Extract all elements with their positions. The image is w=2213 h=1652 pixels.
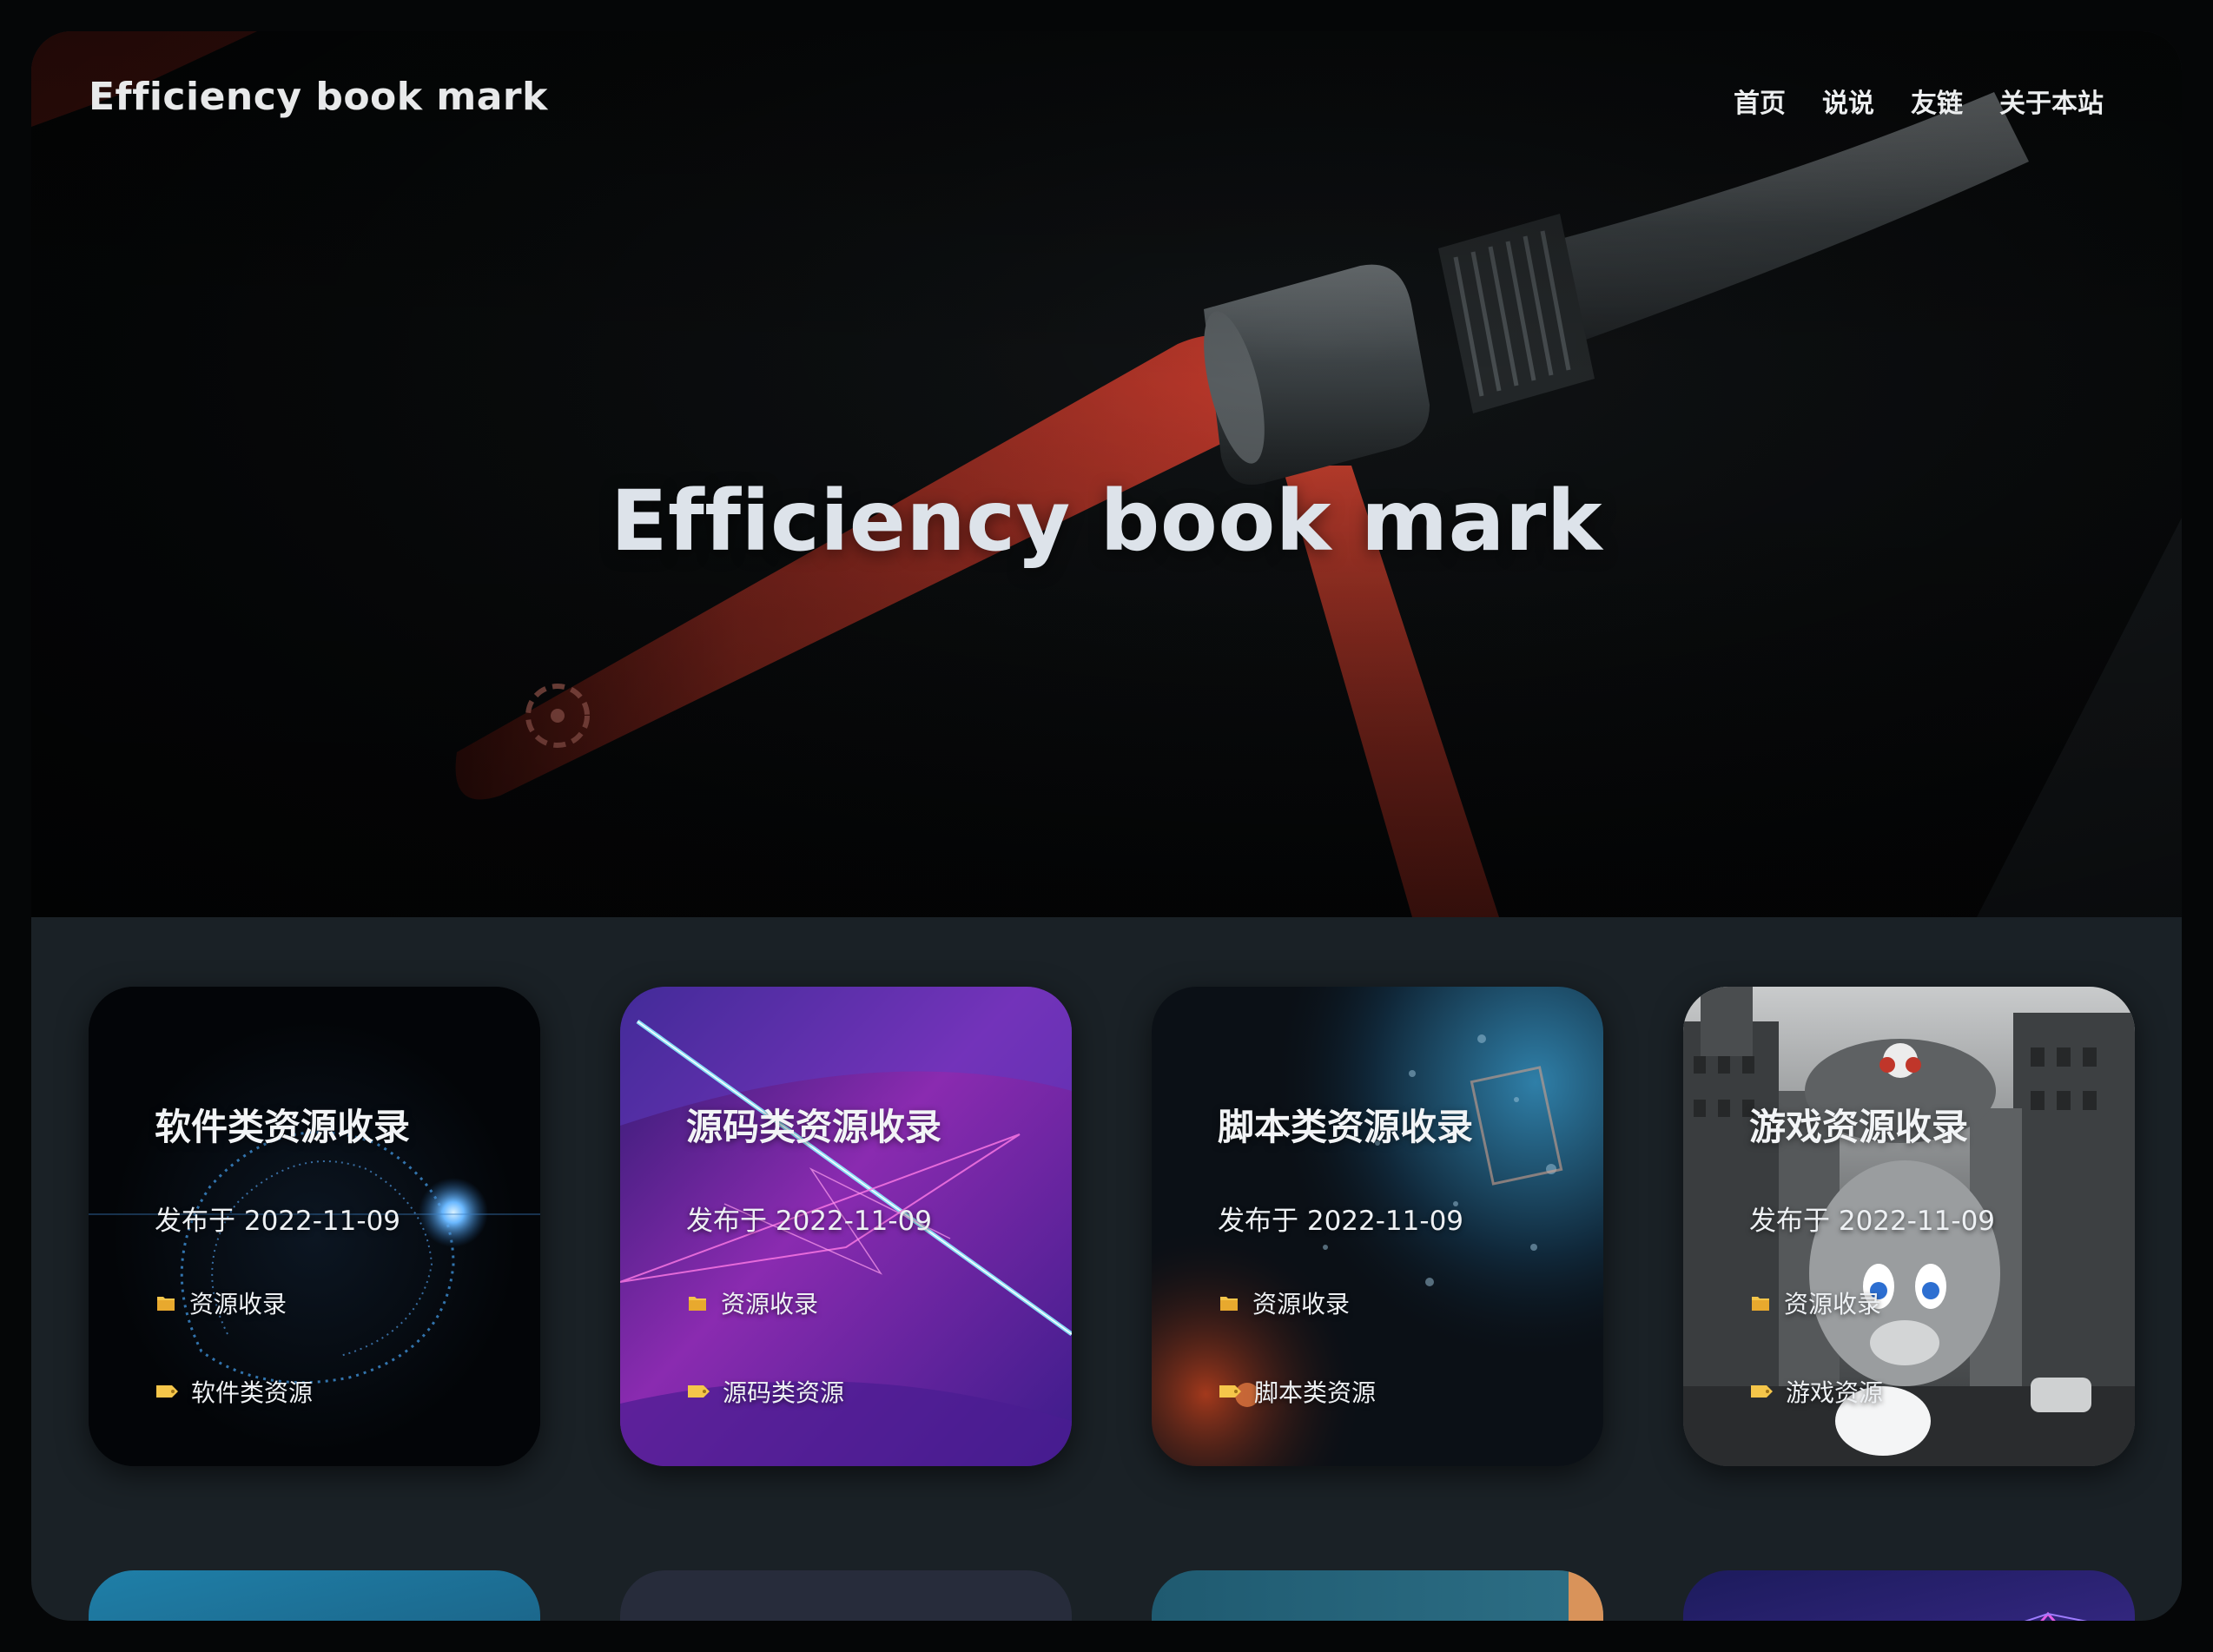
post-cover-image bbox=[1683, 1570, 2135, 1621]
post-card-partial[interactable] bbox=[1683, 1570, 2135, 1621]
post-category-label: 资源收录 bbox=[721, 1290, 819, 1318]
post-date: 发布于 2022-11-09 bbox=[686, 1206, 933, 1237]
post-card[interactable]: 脚本类资源收录 发布于 2022-11-09 资源收录 脚本类资源 bbox=[1152, 987, 1603, 1466]
site-brand[interactable]: Efficiency book mark bbox=[89, 75, 548, 119]
tag-icon bbox=[1751, 1385, 1773, 1398]
tag-icon bbox=[688, 1385, 710, 1398]
post-card[interactable]: 软件类资源收录 发布于 2022-11-09 资源收录 软件类资源 bbox=[89, 987, 540, 1466]
post-title[interactable]: 游戏资源收录 bbox=[1749, 1098, 1968, 1151]
post-tag-label: 脚本类资源 bbox=[1254, 1378, 1377, 1407]
post-category[interactable]: 资源收录 bbox=[155, 1285, 287, 1320]
post-category[interactable]: 资源收录 bbox=[686, 1285, 818, 1320]
post-card-partial[interactable] bbox=[89, 1570, 540, 1621]
post-category[interactable]: 资源收录 bbox=[1218, 1285, 1350, 1320]
folder-icon bbox=[1752, 1297, 1769, 1311]
post-tag[interactable]: 游戏资源 bbox=[1749, 1374, 1883, 1409]
folder-icon bbox=[689, 1297, 706, 1311]
post-date: 发布于 2022-11-09 bbox=[155, 1206, 401, 1237]
folder-icon bbox=[1220, 1297, 1238, 1311]
post-title[interactable]: 源码类资源收录 bbox=[686, 1098, 941, 1151]
post-category[interactable]: 资源收录 bbox=[1749, 1285, 1881, 1320]
post-tag-label: 源码类资源 bbox=[723, 1378, 845, 1407]
post-tag[interactable]: 源码类资源 bbox=[686, 1374, 844, 1409]
post-title[interactable]: 软件类资源收录 bbox=[155, 1098, 410, 1151]
browser-window: Efficiency book mark 首页 说说 友链 关于本站 Effic… bbox=[31, 31, 2182, 1621]
nav-moments[interactable]: 说说 bbox=[1822, 82, 1874, 120]
post-card[interactable]: 游戏资源收录 发布于 2022-11-09 资源收录 游戏资源 bbox=[1683, 987, 2135, 1466]
post-cover-image bbox=[620, 1570, 1072, 1621]
post-date: 发布于 2022-11-09 bbox=[1218, 1206, 1464, 1237]
post-date: 发布于 2022-11-09 bbox=[1749, 1206, 1996, 1237]
post-tag[interactable]: 脚本类资源 bbox=[1218, 1374, 1376, 1409]
post-tag[interactable]: 软件类资源 bbox=[155, 1374, 313, 1409]
folder-icon bbox=[157, 1297, 175, 1311]
post-cover-image bbox=[1152, 1570, 1603, 1621]
post-cover-image bbox=[89, 1570, 540, 1621]
post-category-label: 资源收录 bbox=[1252, 1290, 1351, 1318]
nav-about[interactable]: 关于本站 bbox=[1999, 82, 2104, 120]
hero-banner: Efficiency book mark 首页 说说 友链 关于本站 Effic… bbox=[31, 31, 2182, 917]
post-tag-label: 游戏资源 bbox=[1786, 1378, 1884, 1407]
post-card-partial[interactable] bbox=[620, 1570, 1072, 1621]
post-title[interactable]: 脚本类资源收录 bbox=[1218, 1098, 1473, 1151]
post-card-partial[interactable] bbox=[1152, 1570, 1603, 1621]
top-nav: 首页 说说 友链 关于本站 bbox=[1734, 82, 2104, 120]
tag-icon bbox=[1219, 1385, 1241, 1398]
post-card[interactable]: 源码类资源收录 发布于 2022-11-09 资源收录 源码类资源 bbox=[620, 987, 1072, 1466]
tag-icon bbox=[156, 1385, 178, 1398]
post-category-label: 资源收录 bbox=[1784, 1290, 1882, 1318]
hero-title: Efficiency book mark bbox=[610, 472, 1603, 570]
post-tag-label: 软件类资源 bbox=[191, 1378, 314, 1407]
nav-home[interactable]: 首页 bbox=[1734, 82, 1786, 120]
post-category-label: 资源收录 bbox=[189, 1290, 287, 1318]
nav-links[interactable]: 友链 bbox=[1911, 82, 1963, 120]
